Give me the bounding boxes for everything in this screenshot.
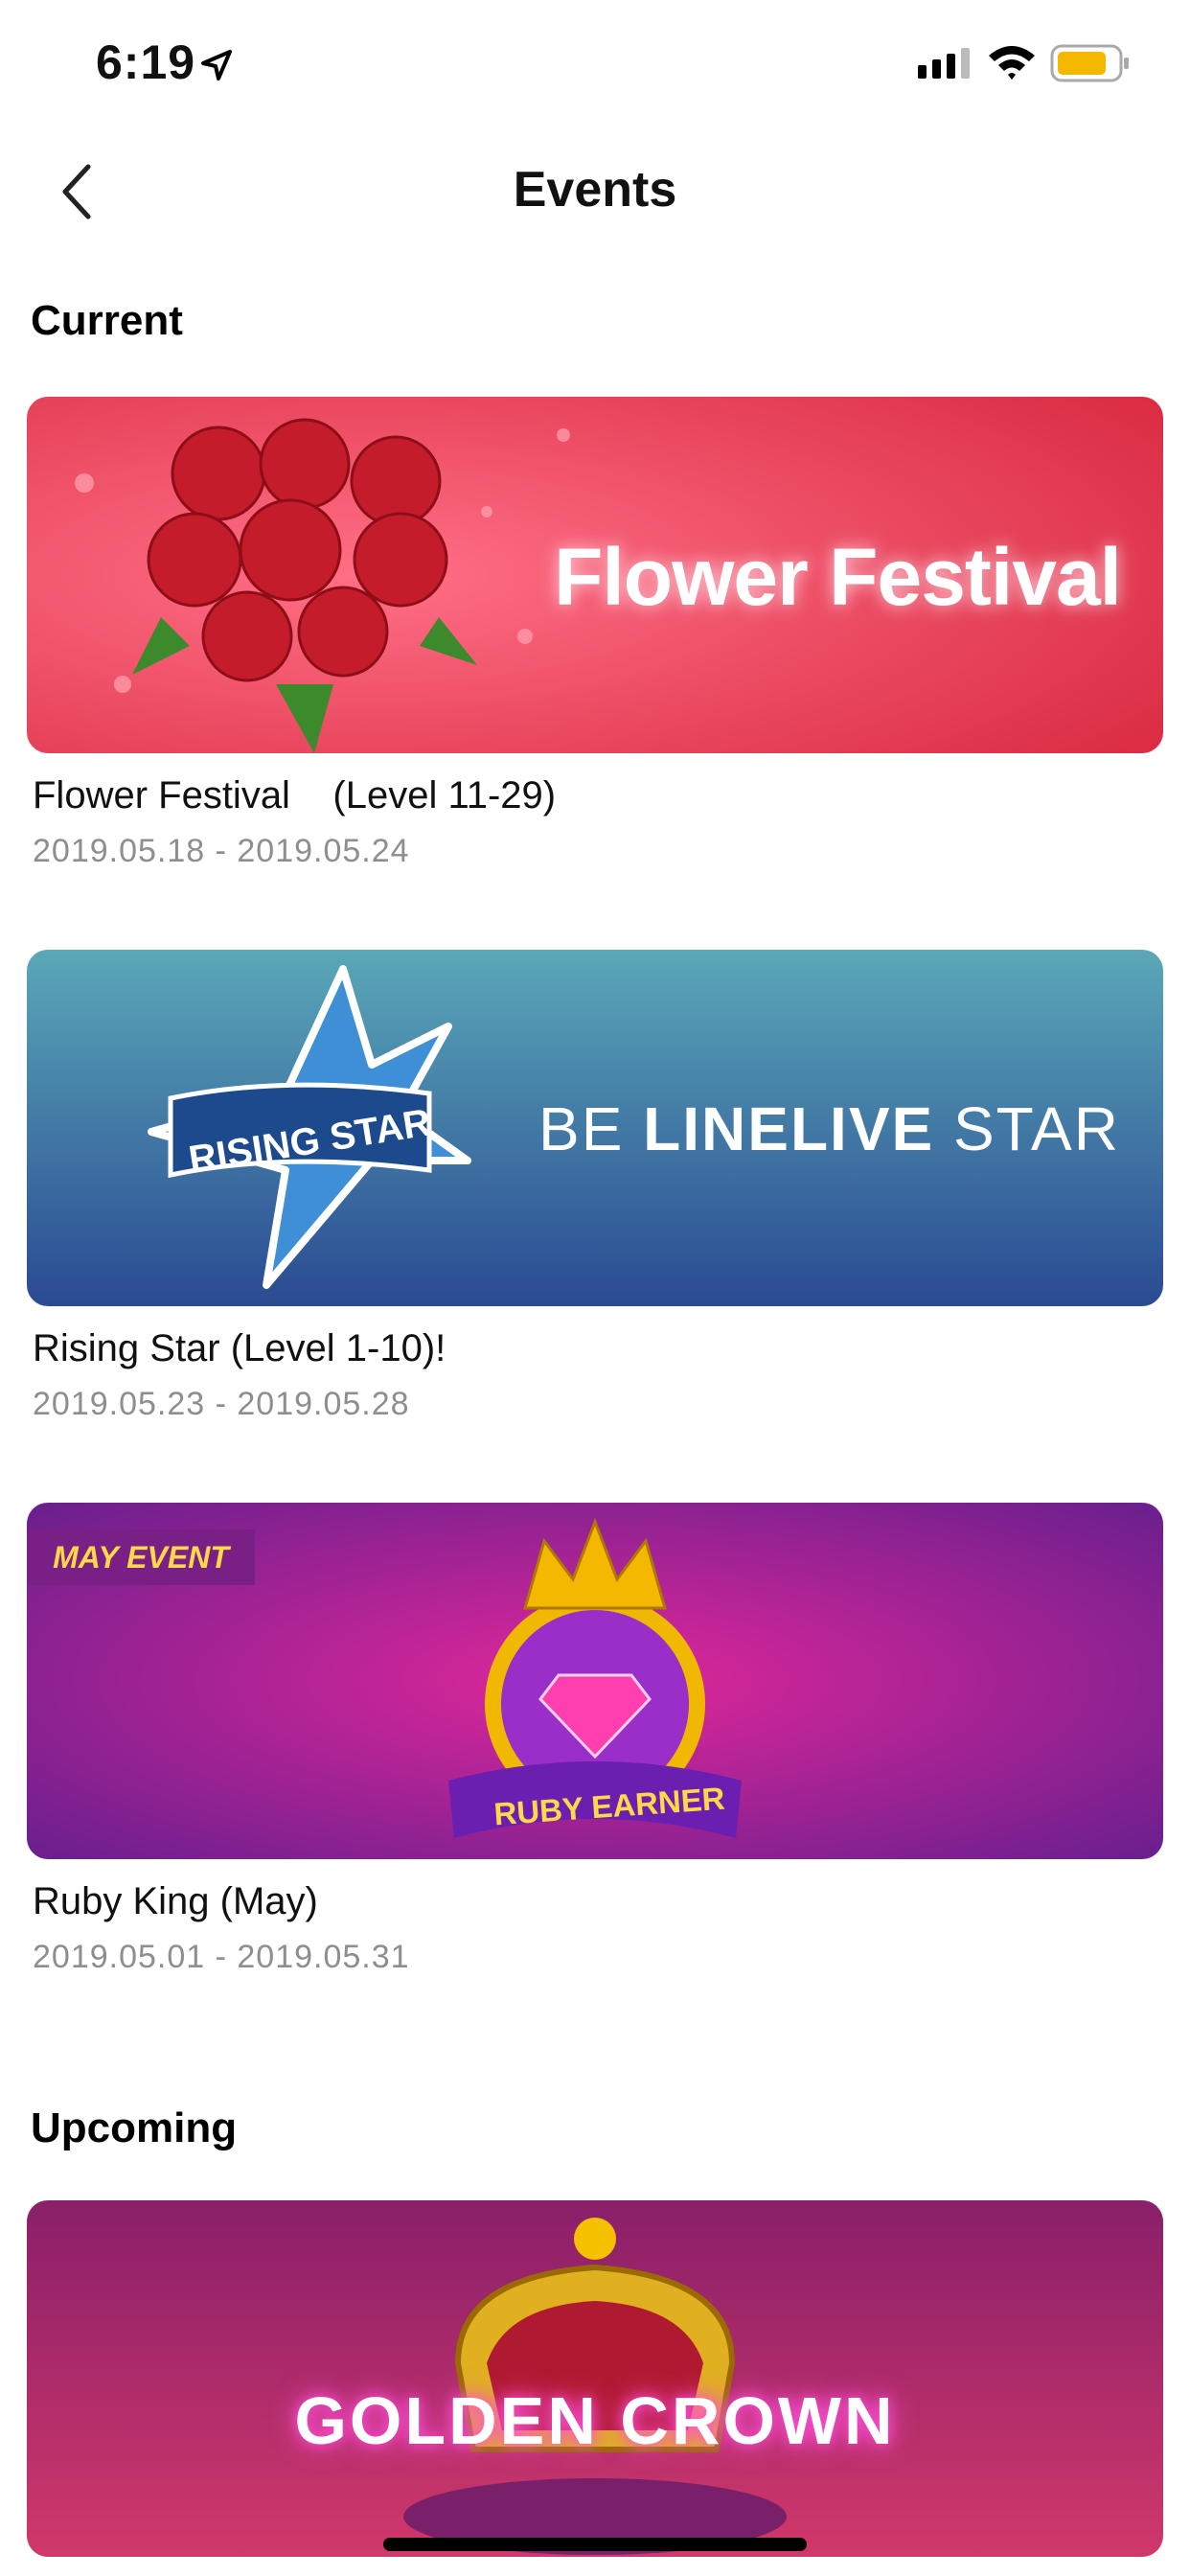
event-banner[interactable]: GOLDEN CROWN [27, 2200, 1163, 2557]
event-card-golden-crown[interactable]: GOLDEN CROWN [27, 2200, 1163, 2557]
event-date-range: 2019.05.23 - 2019.05.28 [33, 1386, 410, 1422]
banner-tag: MAY EVENT [27, 1530, 255, 1585]
event-banner[interactable]: MAY EVENT RUBY EARNER [27, 1503, 1163, 1859]
home-indicator[interactable] [383, 2538, 807, 2551]
banner-title: GOLDEN CROWN [294, 2383, 896, 2458]
event-card-flower-festival[interactable]: Flower Festival Flower Festival (Level 1… [27, 397, 1163, 870]
cellular-signal-icon [918, 48, 970, 79]
location-arrow-icon [201, 50, 232, 80]
banner-title: BE LINELIVE STAR [538, 1093, 1120, 1164]
event-date-range: 2019.05.18 - 2019.05.24 [33, 833, 410, 869]
event-date-range: 2019.05.01 - 2019.05.31 [33, 1939, 410, 1975]
navigation-bar: Events [0, 144, 1190, 240]
section-title-current: Current [31, 297, 183, 344]
battery-icon [1050, 44, 1129, 82]
event-card-ruby-king[interactable]: MAY EVENT RUBY EARNER Ruby King (May) 20… [27, 1503, 1163, 1976]
banner-title: Flower Festival [554, 532, 1122, 622]
banner-title-post: STAR [934, 1094, 1120, 1163]
event-name: Flower Festival (Level 11-29) [33, 774, 557, 816]
golden-crown-illustration [27, 2200, 1163, 2557]
event-name: Ruby King (May) [33, 1880, 318, 1922]
status-time: 6:19 [96, 35, 196, 89]
banner-title-bold: LINELIVE [643, 1094, 935, 1163]
event-card-rising-star[interactable]: RISING STAR BE LINELIVE STAR Rising Star… [27, 950, 1163, 1423]
banner-title-pre: BE [538, 1094, 644, 1163]
event-banner[interactable]: RISING STAR BE LINELIVE STAR [27, 950, 1163, 1306]
wifi-icon [989, 46, 1035, 80]
section-title-upcoming: Upcoming [31, 2104, 238, 2151]
event-banner[interactable]: Flower Festival [27, 397, 1163, 753]
status-bar: 6:19 [0, 0, 1190, 126]
event-name: Rising Star (Level 1-10)! [33, 1327, 446, 1369]
page-title: Events [513, 162, 677, 218]
